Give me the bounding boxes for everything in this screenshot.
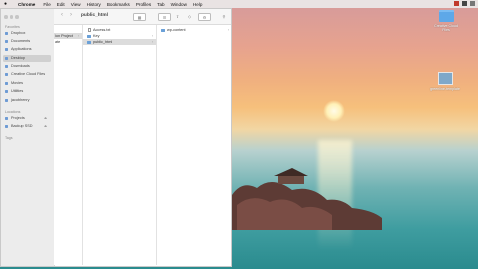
applications-icon <box>5 47 8 51</box>
list-item[interactable]: wp-content › <box>157 27 231 33</box>
window-title: public_html <box>81 13 108 18</box>
sidebar-section-locations: Locations <box>5 110 21 114</box>
eject-icon[interactable]: ⏏ <box>44 116 47 120</box>
dropbox-icon <box>5 31 8 35</box>
desktop-icon-label: greenline-template <box>430 87 460 91</box>
view-mode-icon[interactable]: ▦ <box>133 13 146 21</box>
list-item[interactable]: ate <box>54 39 82 45</box>
document-icon <box>5 39 8 43</box>
forward-arrow-icon[interactable]: › <box>70 12 72 18</box>
minimize-button[interactable] <box>9 15 14 19</box>
action-gear-icon[interactable]: ⚙ <box>198 13 211 21</box>
sidebar-item-backup-ssd[interactable]: Backup SSD ⏏ <box>3 123 51 130</box>
menu-profiles[interactable]: Profiles <box>136 2 151 7</box>
finder-sidebar: Favorites Dropbox Documents Applications… <box>1 9 55 266</box>
home-icon <box>5 98 8 102</box>
close-button[interactable] <box>4 15 8 19</box>
chevron-right-icon: › <box>151 34 153 38</box>
sidebar-item-creative-cloud[interactable]: Creative Cloud Files <box>3 71 51 78</box>
desktop-icon-greenline-template[interactable]: greenline-template <box>430 72 460 91</box>
search-icon[interactable]: ⚲ <box>221 13 227 19</box>
screenshot-thumbnail-icon <box>437 72 453 85</box>
chevron-right-icon: › <box>227 28 229 32</box>
eject-icon[interactable]: ⏏ <box>44 124 47 128</box>
menu-bookmarks[interactable]: Bookmarks <box>107 2 130 7</box>
utilities-icon <box>5 89 8 93</box>
folder-icon <box>87 40 91 44</box>
status-app-icon[interactable] <box>454 1 459 6</box>
menu-history[interactable]: History <box>87 2 101 7</box>
folder-icon <box>438 10 454 22</box>
apple-icon[interactable]: ● <box>4 1 14 7</box>
desktop-icon <box>5 56 8 60</box>
finder-column-2: Access.txt Key › public_html › <box>83 25 157 265</box>
sidebar-section-tags: Tags <box>5 136 13 140</box>
sidebar-item-home[interactable]: jacobhenry <box>3 97 51 104</box>
status-icons <box>454 1 475 6</box>
back-arrow-icon[interactable]: ‹ <box>61 12 63 18</box>
sidebar-item-downloads[interactable]: Downloads <box>3 63 51 70</box>
group-by-icon[interactable]: ☰ <box>158 13 171 21</box>
menu-file[interactable]: File <box>43 2 50 7</box>
movies-icon <box>5 81 8 85</box>
menu-bar: ● Chrome File Edit View History Bookmark… <box>0 0 478 8</box>
desktop-icon-label: Creative Cloud Files <box>434 24 458 33</box>
finder-window: Favorites Dropbox Documents Applications… <box>0 8 232 267</box>
rocks-with-gazebo <box>232 168 382 230</box>
zoom-button[interactable] <box>15 15 19 19</box>
share-icon[interactable]: ⇧ <box>174 13 181 19</box>
folder-icon <box>87 34 91 38</box>
desktop-icon-creative-cloud[interactable]: Creative Cloud Files <box>431 10 461 32</box>
status-app-icon[interactable] <box>462 1 467 6</box>
sun <box>323 100 345 122</box>
sidebar-item-dropbox[interactable]: Dropbox <box>3 30 51 37</box>
drive-icon <box>5 116 8 120</box>
list-item[interactable]: public_html › <box>83 39 156 45</box>
menu-tab[interactable]: Tab <box>157 2 164 7</box>
drive-icon <box>5 124 8 128</box>
menu-app-name[interactable]: Chrome <box>18 2 35 7</box>
menu-window[interactable]: Window <box>171 2 187 7</box>
document-icon <box>88 28 91 32</box>
finder-column-3: wp-content › <box>157 25 231 265</box>
sidebar-item-movies[interactable]: Movies <box>3 80 51 87</box>
finder-column-1: ion Project › ate <box>54 25 83 265</box>
sidebar-item-desktop[interactable]: Desktop <box>3 55 51 62</box>
menu-view[interactable]: View <box>71 2 81 7</box>
menu-help[interactable]: Help <box>193 2 202 7</box>
sidebar-item-documents[interactable]: Documents <box>3 38 51 45</box>
creative-cloud-icon <box>5 72 8 76</box>
finder-toolbar: ‹ › public_html ▦ ☰ ⇧ ◇ ⚙ ⚲ <box>54 9 231 25</box>
tag-icon[interactable]: ◇ <box>186 13 193 19</box>
chevron-right-icon: › <box>77 34 79 38</box>
sidebar-item-utilities[interactable]: Utilities <box>3 88 51 95</box>
status-app-icon[interactable] <box>470 1 475 6</box>
sidebar-item-projects[interactable]: Projects ⏏ <box>3 115 51 122</box>
folder-icon <box>161 28 165 32</box>
sidebar-item-applications[interactable]: Applications <box>3 46 51 53</box>
window-controls <box>4 15 19 19</box>
sidebar-section-favorites: Favorites <box>5 25 20 29</box>
downloads-icon <box>5 64 8 68</box>
menu-edit[interactable]: Edit <box>57 2 65 7</box>
chevron-right-icon: › <box>151 40 153 44</box>
